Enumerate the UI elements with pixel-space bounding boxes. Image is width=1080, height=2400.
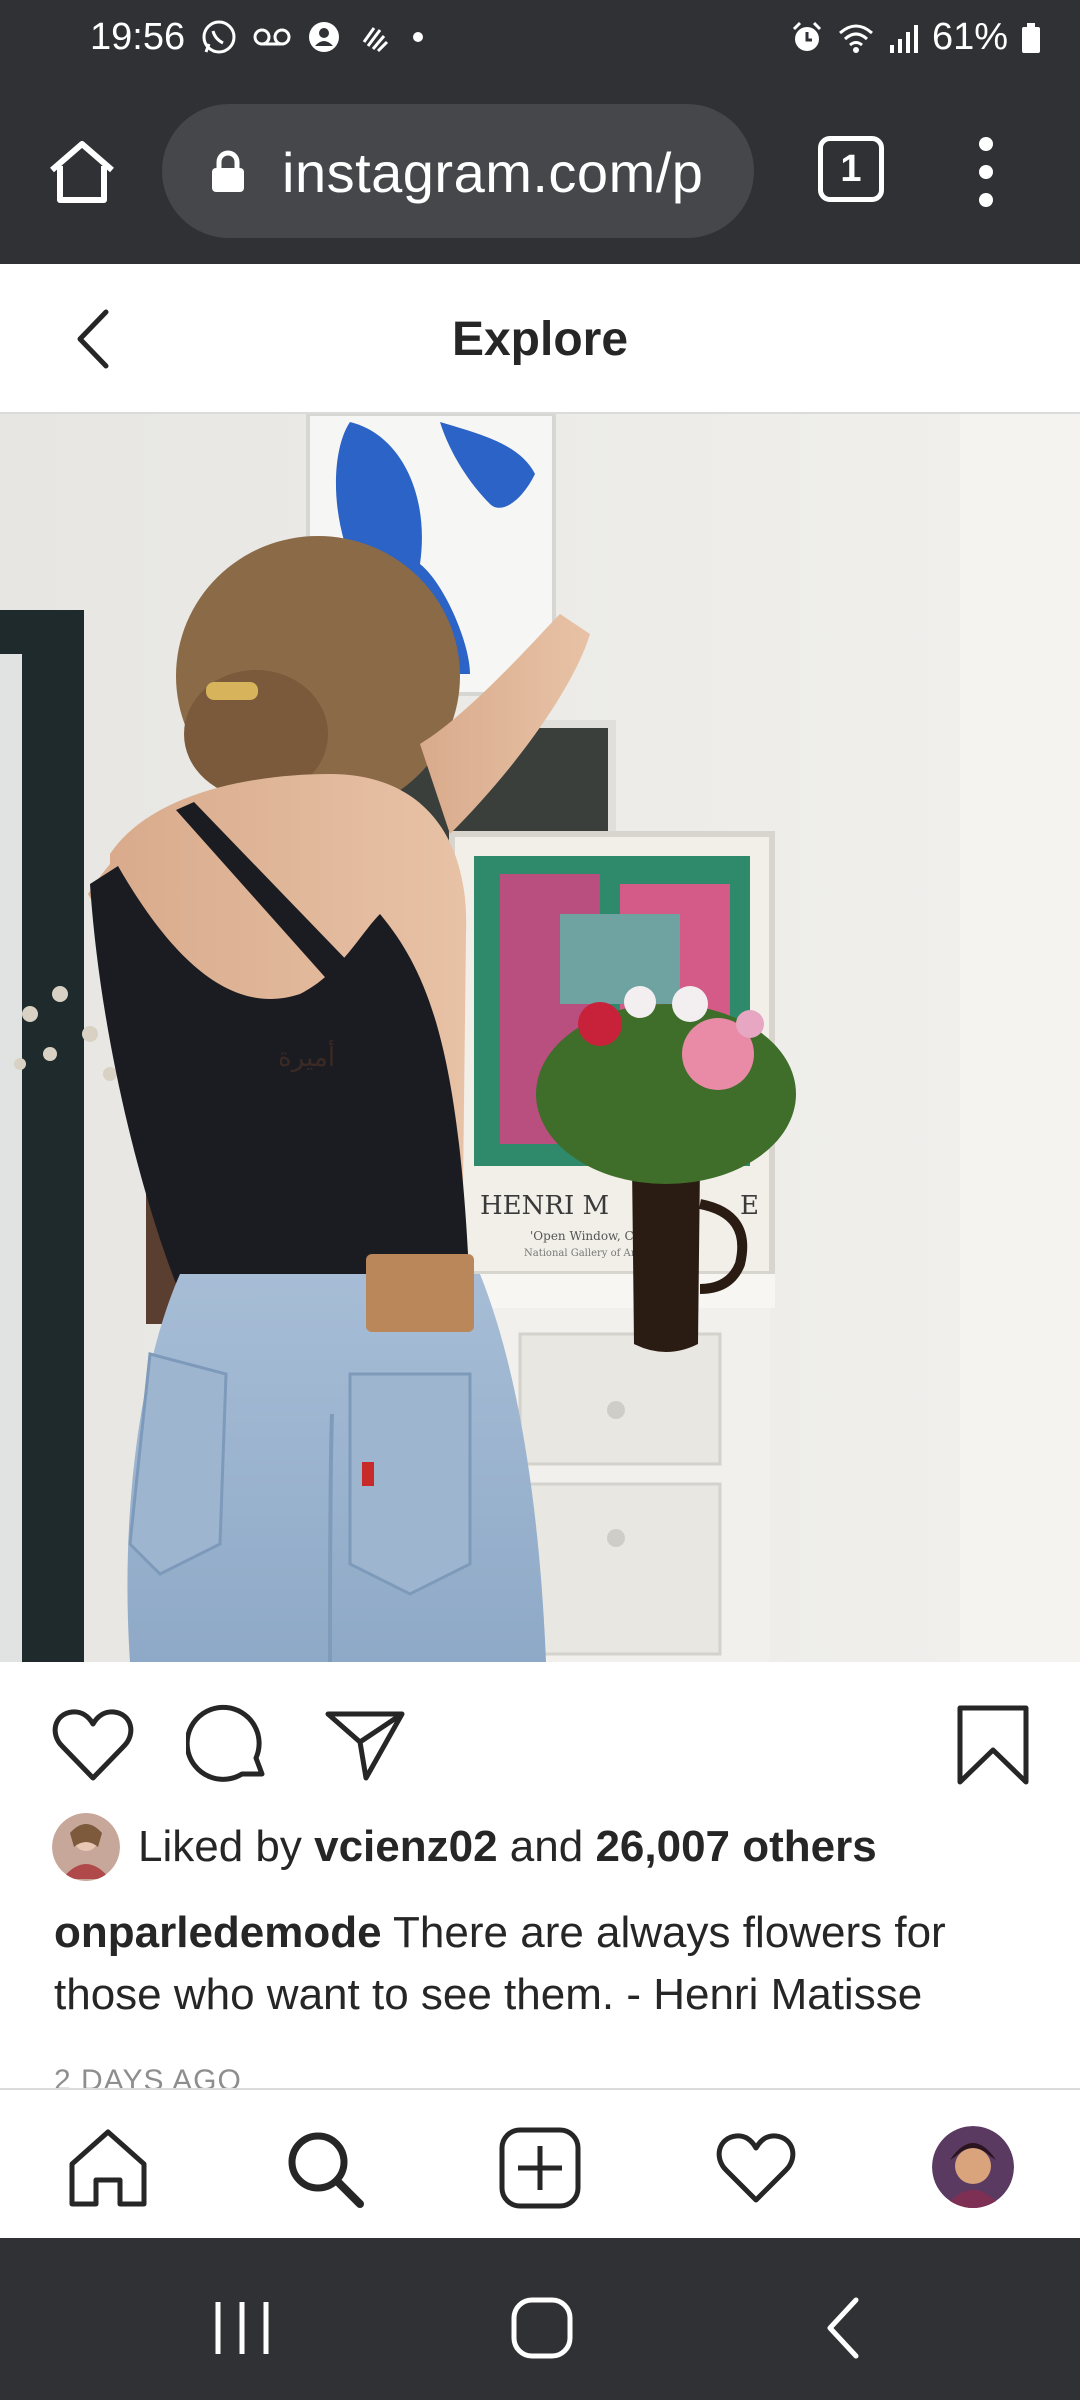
status-time: 19:56 (90, 16, 186, 58)
save-bookmark-icon[interactable] (950, 1702, 1036, 1788)
wifi-icon (838, 24, 873, 53)
liker-avatar (52, 1813, 120, 1881)
poster-title: HENRI M (480, 1191, 609, 1221)
caption-username[interactable]: onparledemode (54, 1908, 382, 1957)
likes-middle: and (497, 1822, 596, 1871)
more-menu-icon[interactable] (966, 132, 1006, 212)
recent-apps-icon[interactable] (202, 2288, 282, 2368)
lock-icon (212, 150, 244, 192)
status-bar: 19:56 61% (0, 0, 1080, 80)
poster-subtitle: 'Open Window, C (530, 1229, 634, 1243)
page-title: Explore (451, 313, 629, 366)
post-photo[interactable]: HENRI M E 'Open Window, C National Galle… (0, 414, 1080, 1662)
home-icon[interactable] (66, 2126, 150, 2210)
voicemail-icon (253, 28, 291, 46)
system-home-icon[interactable] (502, 2288, 582, 2368)
comment-icon[interactable] (186, 1702, 272, 1788)
profile-avatar[interactable] (932, 2126, 1014, 2208)
likes-summary: Liked by vcienz02 and 26,007 others (138, 1822, 877, 1872)
status-icons-left (200, 18, 428, 56)
poster-title-end: E (740, 1191, 759, 1221)
post-actions (0, 1662, 1080, 1812)
url-text: instagram.com/p (282, 141, 704, 204)
likes-count[interactable]: 26,007 others (595, 1822, 876, 1871)
signal-icon (889, 24, 918, 53)
poster-credit: National Gallery of Art, (524, 1248, 643, 1259)
post-caption: onparledemode There are always flowers f… (54, 1902, 1044, 2026)
post-time-ago: 2 DAYS AGO (54, 2064, 242, 2090)
status-icons-right: 61% (790, 16, 1042, 59)
share-icon[interactable] (322, 1702, 408, 1788)
dot-icon (413, 32, 423, 42)
likes-prefix: Liked by (138, 1822, 315, 1871)
battery-percent: 61% (931, 16, 1008, 58)
tattoo-text: أميرة (278, 1039, 335, 1073)
search-icon[interactable] (282, 2126, 366, 2210)
new-post-icon[interactable] (498, 2126, 582, 2210)
like-heart-icon[interactable] (50, 1702, 136, 1788)
system-back-icon[interactable] (806, 2288, 886, 2368)
battery-icon (1022, 22, 1040, 53)
system-navigation-bar (0, 2238, 1080, 2400)
hand-icon (362, 27, 389, 53)
browser-toolbar: instagram.com/p 1 (0, 80, 1080, 264)
tab-switcher-button[interactable]: 1 (818, 136, 884, 202)
whatsapp-icon (202, 20, 236, 54)
account-icon (309, 22, 339, 52)
post-photo-illustration: HENRI M E 'Open Window, C National Galle… (0, 414, 1080, 1662)
likes-row[interactable]: Liked by vcienz02 and 26,007 others (52, 1812, 1052, 1882)
address-bar[interactable]: instagram.com/p (162, 104, 754, 238)
liker-username[interactable]: vcienz02 (314, 1822, 497, 1871)
alarm-icon (792, 21, 821, 51)
browser-home-icon[interactable] (44, 134, 120, 210)
activity-heart-icon[interactable] (714, 2126, 798, 2210)
explore-header: Explore (0, 264, 1080, 414)
instagram-bottom-nav (0, 2088, 1080, 2238)
